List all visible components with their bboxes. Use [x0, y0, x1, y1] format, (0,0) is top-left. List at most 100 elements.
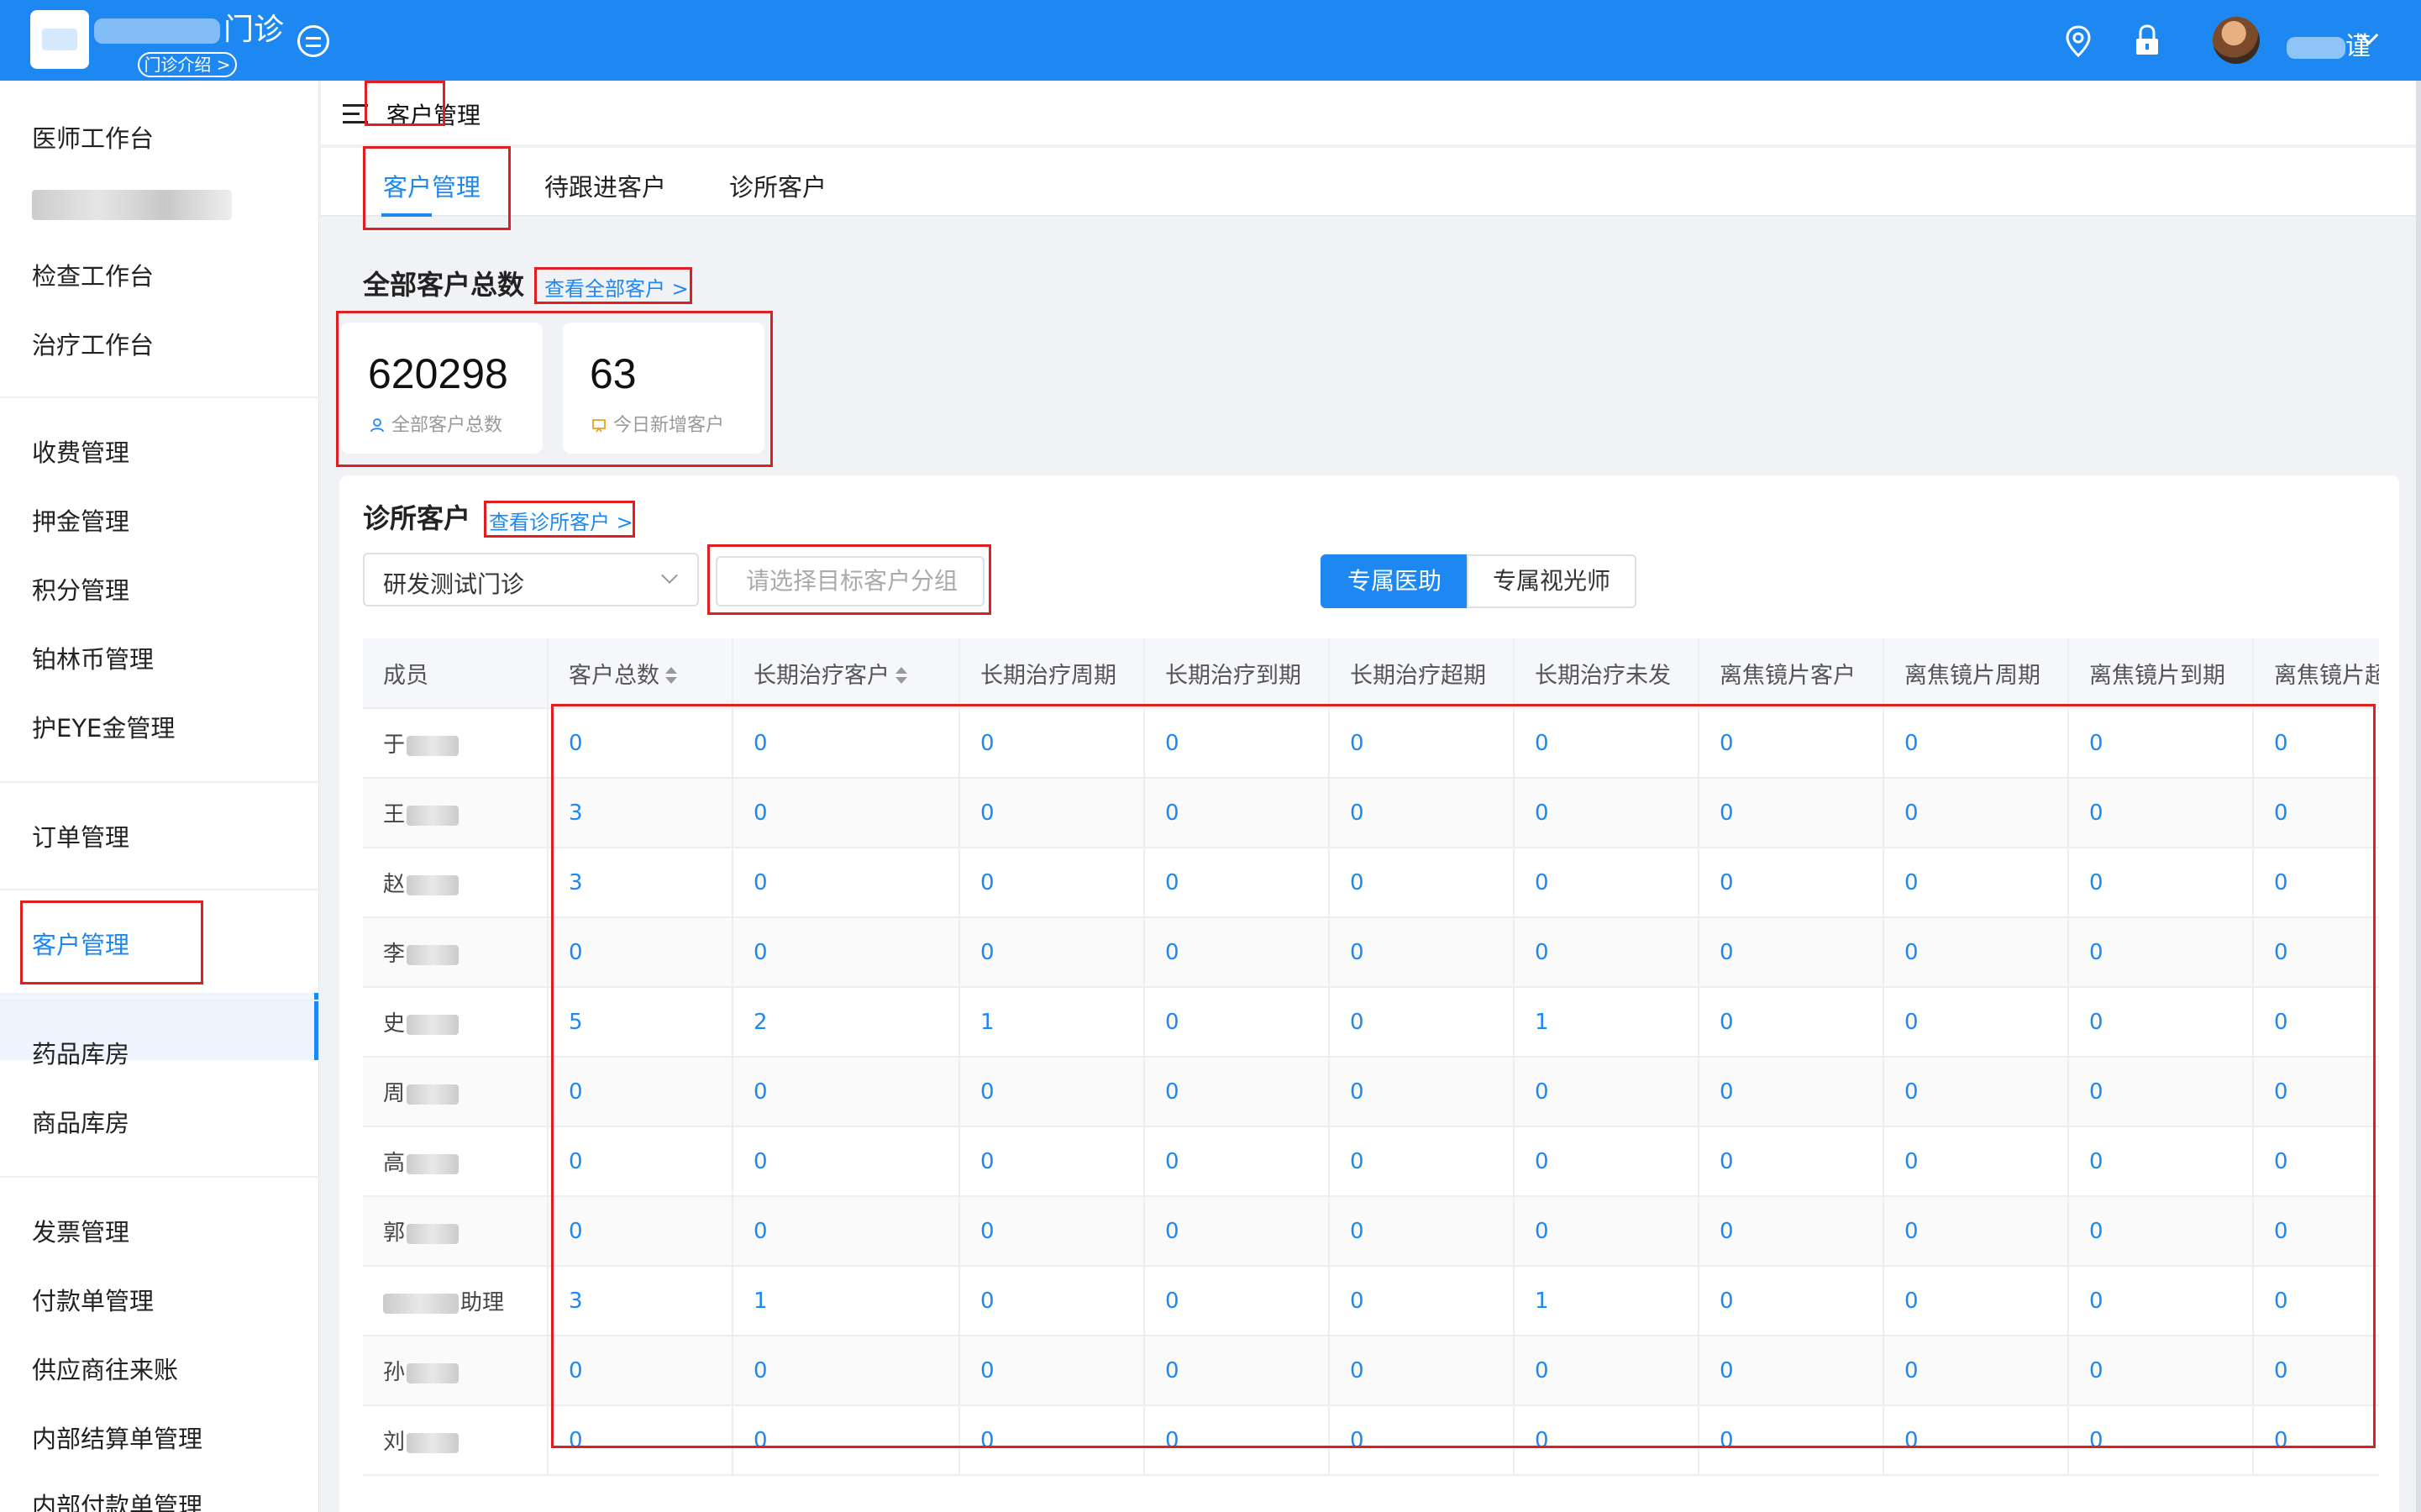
sidebar-item-internal-payment[interactable]: 内部付款单管理 [32, 1485, 202, 1512]
count-cell[interactable]: 0 [548, 708, 733, 779]
count-cell[interactable]: 0 [1514, 1196, 1699, 1267]
count-cell[interactable]: 0 [1514, 1336, 1699, 1406]
count-cell[interactable]: 0 [2253, 1196, 2379, 1267]
count-cell[interactable]: 0 [1699, 1126, 1884, 1197]
count-cell[interactable]: 0 [959, 917, 1145, 988]
count-cell[interactable]: 0 [1514, 1405, 1699, 1476]
count-cell[interactable]: 0 [1144, 708, 1330, 779]
count-cell[interactable]: 0 [1329, 1336, 1515, 1406]
count-cell[interactable]: 1 [733, 1266, 960, 1336]
count-cell[interactable]: 0 [1329, 1126, 1515, 1197]
count-cell[interactable]: 0 [2068, 848, 2254, 918]
count-cell[interactable]: 0 [1329, 987, 1515, 1058]
count-cell[interactable]: 0 [2068, 708, 2254, 779]
sidebar-item-treatment-workbench[interactable]: 治疗工作台 [32, 324, 154, 366]
count-cell[interactable]: 0 [2253, 778, 2379, 848]
location-icon[interactable] [2065, 25, 2092, 57]
count-cell[interactable]: 0 [1699, 1196, 1884, 1267]
count-cell[interactable]: 0 [1514, 848, 1699, 918]
column-header-sortable[interactable]: 客户总数 [548, 638, 733, 709]
tab-clinic-customers[interactable]: 诊所客户 [729, 168, 827, 203]
count-cell[interactable]: 0 [959, 1057, 1145, 1127]
customer-group-input[interactable]: 请选择目标客户分组 [716, 556, 985, 606]
avatar[interactable] [2213, 17, 2260, 64]
sidebar-item-eye-fund[interactable]: 护EYE金管理 [32, 707, 175, 749]
count-cell[interactable]: 0 [959, 1266, 1145, 1336]
count-cell[interactable]: 0 [1883, 1405, 2069, 1476]
sidebar-item-internal-settlement[interactable]: 内部结算单管理 [32, 1418, 202, 1460]
count-cell[interactable]: 0 [959, 1196, 1145, 1267]
count-cell[interactable]: 0 [548, 917, 733, 988]
count-cell[interactable]: 0 [733, 848, 960, 918]
sidebar-item-exam-workbench[interactable]: 检查工作台 [32, 255, 154, 297]
sidebar-item-payment-orders[interactable]: 付款单管理 [32, 1280, 154, 1322]
count-cell[interactable]: 0 [1699, 1057, 1884, 1127]
count-cell[interactable]: 3 [548, 1266, 733, 1336]
count-cell[interactable]: 0 [1329, 708, 1515, 779]
count-cell[interactable]: 0 [1514, 1126, 1699, 1197]
sidebar-item-customers[interactable]: 客户管理 [32, 924, 129, 966]
count-cell[interactable]: 5 [548, 987, 733, 1058]
count-cell[interactable]: 0 [1883, 1196, 2069, 1267]
count-cell[interactable]: 0 [2068, 1405, 2254, 1476]
count-cell[interactable]: 0 [1699, 1336, 1884, 1406]
count-cell[interactable]: 0 [1883, 848, 2069, 918]
count-cell[interactable]: 0 [1329, 1057, 1515, 1127]
count-cell[interactable]: 0 [1883, 778, 2069, 848]
sidebar-item-orders[interactable]: 订单管理 [32, 816, 129, 858]
count-cell[interactable]: 0 [959, 708, 1145, 779]
count-cell[interactable]: 0 [2068, 1057, 2254, 1127]
count-cell[interactable]: 0 [1883, 917, 2069, 988]
sidebar-item-billing[interactable]: 收费管理 [32, 432, 129, 474]
count-cell[interactable]: 0 [1883, 1336, 2069, 1406]
count-cell[interactable]: 0 [1699, 708, 1884, 779]
count-cell[interactable]: 0 [1144, 987, 1330, 1058]
count-cell[interactable]: 0 [733, 1057, 960, 1127]
sidebar-item-doctor-workbench[interactable]: 医师工作台 [32, 118, 154, 160]
exclusive-optometrist-button[interactable]: 专属视光师 [1467, 554, 1636, 608]
count-cell[interactable]: 0 [2253, 708, 2379, 779]
count-cell[interactable]: 1 [1514, 987, 1699, 1058]
count-cell[interactable]: 0 [959, 1405, 1145, 1476]
count-cell[interactable]: 1 [959, 987, 1145, 1058]
sidebar-item-redacted[interactable] [32, 190, 232, 220]
count-cell[interactable]: 0 [2068, 1126, 2254, 1197]
count-cell[interactable]: 0 [2253, 848, 2379, 918]
count-cell[interactable]: 0 [733, 917, 960, 988]
count-cell[interactable]: 0 [548, 1126, 733, 1197]
view-all-customers-link[interactable]: 查看全部客户 > [544, 272, 689, 302]
sidebar-item-invoices[interactable]: 发票管理 [32, 1211, 129, 1253]
count-cell[interactable]: 0 [2253, 1057, 2379, 1127]
exclusive-assistant-button[interactable]: 专属医助 [1321, 554, 1468, 608]
count-cell[interactable]: 0 [1883, 987, 2069, 1058]
lock-icon[interactable] [2134, 24, 2161, 57]
count-cell[interactable]: 0 [959, 1126, 1145, 1197]
count-cell[interactable]: 0 [959, 848, 1145, 918]
count-cell[interactable]: 0 [1144, 1405, 1330, 1476]
sidebar-item-points[interactable]: 积分管理 [32, 570, 129, 612]
count-cell[interactable]: 0 [1699, 1405, 1884, 1476]
count-cell[interactable]: 0 [548, 1196, 733, 1267]
count-cell[interactable]: 0 [1883, 1126, 2069, 1197]
count-cell[interactable]: 0 [548, 1405, 733, 1476]
sidebar-item-coins[interactable]: 铂林币管理 [32, 638, 154, 680]
count-cell[interactable]: 0 [733, 1196, 960, 1267]
view-clinic-customers-link[interactable]: 查看诊所客户 > [489, 506, 633, 535]
count-cell[interactable]: 0 [2253, 1336, 2379, 1406]
count-cell[interactable]: 0 [1144, 1336, 1330, 1406]
count-cell[interactable]: 0 [2253, 1266, 2379, 1336]
sidebar-item-supplier-accounts[interactable]: 供应商往来账 [32, 1349, 178, 1391]
count-cell[interactable]: 0 [959, 778, 1145, 848]
count-cell[interactable]: 0 [2068, 917, 2254, 988]
count-cell[interactable]: 0 [1144, 848, 1330, 918]
clinic-select[interactable]: 研发测试门诊 [363, 553, 699, 606]
count-cell[interactable]: 0 [1514, 1057, 1699, 1127]
sort-icon[interactable] [895, 667, 907, 685]
count-cell[interactable]: 0 [1514, 778, 1699, 848]
count-cell[interactable]: 0 [1329, 917, 1515, 988]
count-cell[interactable]: 0 [2068, 1196, 2254, 1267]
tab-pending-followup[interactable]: 待跟进客户 [544, 168, 666, 203]
count-cell[interactable]: 0 [1699, 848, 1884, 918]
count-cell[interactable]: 0 [1144, 1196, 1330, 1267]
sidebar-item-deposit[interactable]: 押金管理 [32, 501, 129, 543]
